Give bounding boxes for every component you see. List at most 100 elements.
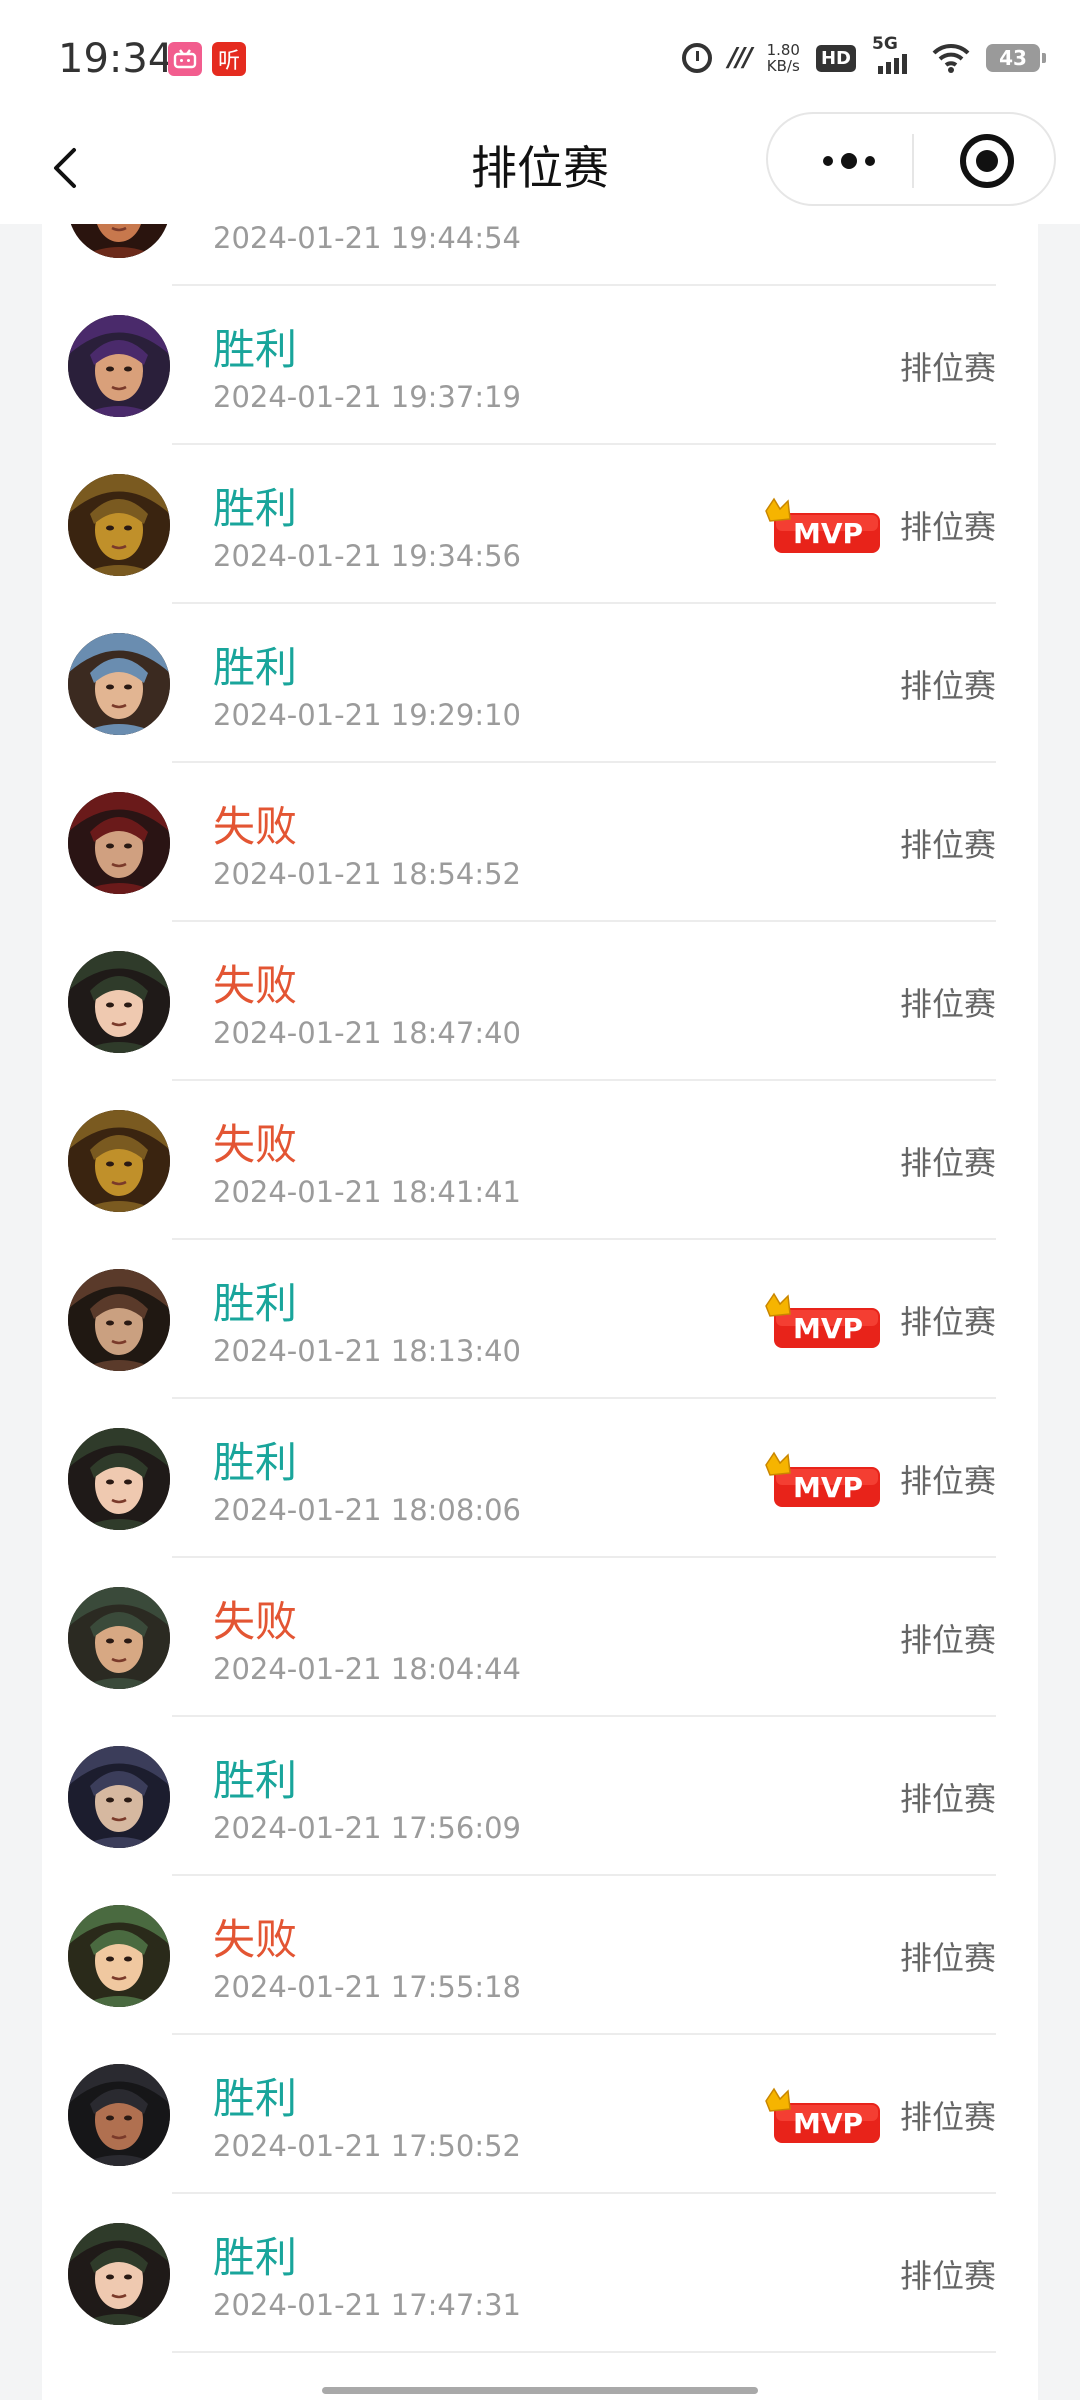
match-time: 2024-01-21 17:50:52 [213,2129,521,2163]
match-row[interactable]: 胜利 2024-01-21 19:29:10 排位赛 [42,604,1038,763]
match-mode: 排位赛 [899,349,996,387]
wifi-icon [932,43,970,73]
hero-portrait-icon [68,474,170,576]
match-row[interactable]: 失败 2024-01-21 19:44:54 排位赛 [42,224,1038,286]
match-result: 失败 [213,1120,298,1169]
alarm-icon [682,43,713,73]
hero-portrait-icon [68,224,170,258]
match-mode: 排位赛 [900,224,996,230]
match-row[interactable]: 失败 2024-01-21 18:04:44 排位赛 [42,1558,1038,1717]
match-time: 2024-01-21 18:47:40 [213,1016,521,1050]
match-mode: 排位赛 [899,2257,996,2295]
hero-avatar-4 [68,633,170,735]
match-row[interactable]: 胜利 2024-01-21 18:08:06 MVP 排位赛 [42,1399,1038,1558]
match-time: 2024-01-21 17:47:31 [213,2288,521,2322]
network-activity-icon: /// [728,43,752,73]
match-time: 2024-01-21 19:44:54 [213,224,521,255]
match-result: 胜利 [213,2074,298,2123]
hero-portrait-icon [68,792,170,894]
hero-avatar-6 [68,1428,170,1530]
match-time: 2024-01-21 19:37:19 [213,380,521,414]
match-result: 胜利 [213,484,298,533]
match-mode: 排位赛 [899,1780,996,1818]
more-dots-icon [823,156,833,166]
mvp-label: MVP [793,517,863,550]
match-result: 胜利 [213,2233,298,2282]
hero-avatar-8 [68,1587,170,1689]
hero-portrait-icon [68,2223,170,2325]
mvp-crown-icon: MVP [765,2087,880,2143]
mvp-badge: MVP [764,1451,882,1511]
mvp-crown-icon: MVP [765,1292,880,1348]
match-mode: 排位赛 [899,826,996,864]
hero-avatar-2 [68,315,170,417]
hero-portrait-icon [68,1269,170,1371]
match-list-card: 失败 2024-01-21 19:44:54 排位赛 胜利 2024-01-21… [42,224,1038,2400]
mvp-badge: MVP [764,2087,882,2147]
match-row[interactable]: 失败 2024-01-21 18:54:52 排位赛 [42,763,1038,922]
hero-portrait-icon [68,1905,170,2007]
hero-avatar-5 [68,792,170,894]
match-result: 失败 [213,1915,298,1964]
match-result: 失败 [213,1597,298,1646]
match-row[interactable]: 失败 2024-01-21 18:47:40 排位赛 [42,922,1038,1081]
match-mode: 排位赛 [899,1303,996,1341]
match-mode: 排位赛 [899,985,996,1023]
match-mode: 排位赛 [899,508,996,546]
match-row[interactable]: 胜利 2024-01-21 17:50:52 MVP 排位赛 [42,2035,1038,2194]
match-row[interactable]: 胜利 2024-01-21 17:56:09 排位赛 [42,1717,1038,1876]
signal-label: 5G [872,34,898,54]
hero-portrait-icon [68,2064,170,2166]
cellular-signal-icon: 5G [872,34,916,78]
home-indicator[interactable] [322,2387,758,2394]
mvp-crown-icon: MVP [765,1451,880,1507]
match-mode: 排位赛 [899,1462,996,1500]
hero-avatar-10 [68,1905,170,2007]
hero-portrait-icon [68,1428,170,1530]
hero-portrait-icon [68,1110,170,1212]
hero-avatar-6 [68,2223,170,2325]
match-row[interactable]: 失败 2024-01-21 18:41:41 排位赛 [42,1081,1038,1240]
match-result: 失败 [213,961,298,1010]
capsule-divider [912,134,914,188]
match-result: 失败 [213,802,298,851]
match-row[interactable]: 胜利 2024-01-21 19:34:56 MVP 排位赛 [42,445,1038,604]
row-divider [172,2351,996,2353]
hero-portrait-icon [68,951,170,1053]
match-result: 胜利 [213,325,298,374]
mvp-label: MVP [793,2107,863,2140]
listen-app-icon: 听 [212,42,246,76]
status-bar: 19:34 听 /// 1.80 KB/s HD 5G 43 [0,0,1080,112]
status-time: 19:34 [58,36,174,82]
hero-portrait-icon [68,1746,170,1848]
hd-badge: HD [815,44,856,72]
match-time: 2024-01-21 17:56:09 [213,1811,521,1845]
match-mode: 排位赛 [899,1939,996,1977]
match-row[interactable]: 胜利 2024-01-21 17:47:31 排位赛 [42,2194,1038,2353]
match-time: 2024-01-21 18:08:06 [213,1493,521,1527]
close-miniprogram-button[interactable] [960,134,1014,188]
match-mode: 排位赛 [899,667,996,705]
network-speed: 1.80 KB/s [767,42,800,74]
more-button[interactable] [804,136,894,186]
match-row[interactable]: 胜利 2024-01-21 18:13:40 MVP 排位赛 [42,1240,1038,1399]
match-time: 2024-01-21 17:55:18 [213,1970,521,2004]
match-time: 2024-01-21 18:04:44 [213,1652,521,1686]
match-row[interactable]: 胜利 2024-01-21 19:37:19 排位赛 [42,286,1038,445]
hero-avatar-3 [68,474,170,576]
hero-avatar-3 [68,1110,170,1212]
match-list: 失败 2024-01-21 19:44:54 排位赛 胜利 2024-01-21… [42,224,1038,2353]
match-row[interactable]: 失败 2024-01-21 17:55:18 排位赛 [42,1876,1038,2035]
match-mode: 排位赛 [899,1621,996,1659]
battery-level: 43 [999,46,1027,70]
match-time: 2024-01-21 18:13:40 [213,1334,521,1368]
match-time: 2024-01-21 18:41:41 [213,1175,521,1209]
match-time: 2024-01-21 19:34:56 [213,539,521,573]
hero-avatar-6 [68,951,170,1053]
match-time: 2024-01-21 19:29:10 [213,698,521,732]
match-time: 2024-01-21 18:54:52 [213,857,521,891]
status-indicators: /// 1.80 KB/s HD 5G 43 [682,34,1046,80]
match-mode: 排位赛 [899,2098,996,2136]
mvp-badge: MVP [764,1292,882,1352]
hero-portrait-icon [68,633,170,735]
